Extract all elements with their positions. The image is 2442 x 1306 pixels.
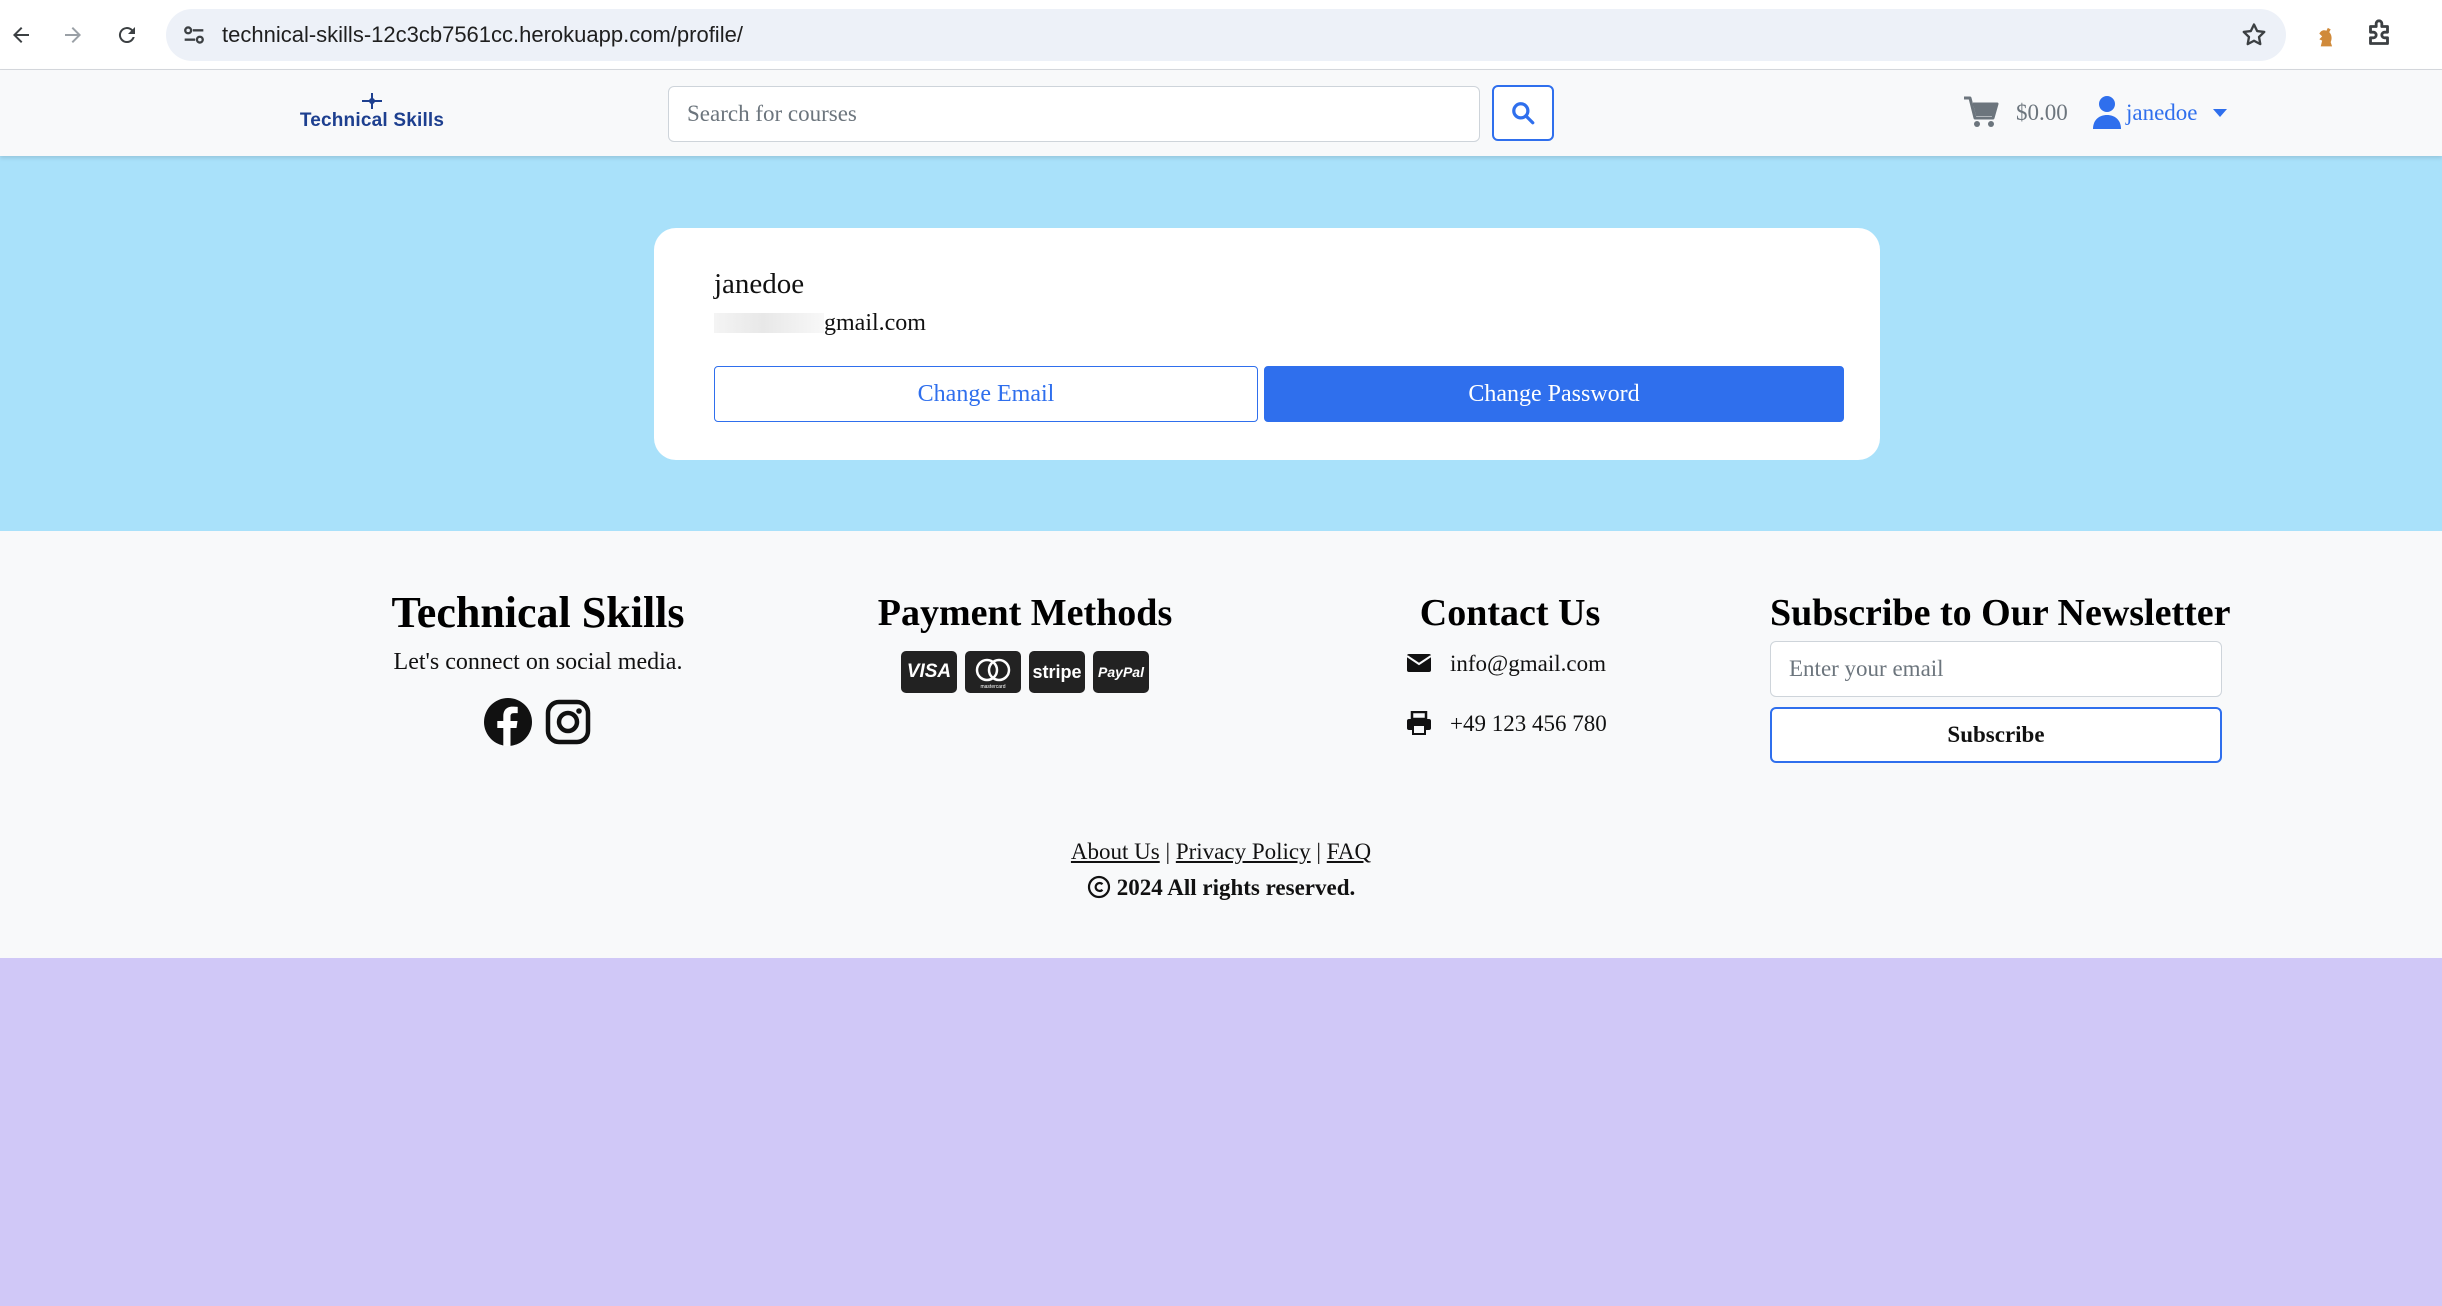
forward-icon[interactable] — [54, 16, 92, 54]
footer-links: About Us | Privacy Policy | FAQ — [0, 839, 2442, 865]
copyright-text: 2024 All rights reserved. — [1116, 875, 1356, 900]
back-icon[interactable] — [2, 16, 40, 54]
url-text[interactable]: technical-skills-12c3cb7561cc.herokuapp.… — [222, 9, 743, 61]
contact-title: Contact Us — [1419, 592, 1601, 634]
profile-email: gmail.com — [714, 310, 926, 337]
profile-username: janedoe — [714, 268, 805, 300]
user-menu-toggle[interactable]: janedoe — [2126, 94, 2198, 132]
change-email-button[interactable]: Change Email — [714, 366, 1258, 422]
payment-icons: VISA mastercard stripe PayPal — [860, 651, 1190, 693]
search-icon — [1512, 102, 1535, 125]
contact-email[interactable]: info@gmail.com — [1450, 651, 1606, 677]
copyright-icon — [1087, 875, 1110, 899]
profile-email-domain: gmail.com — [824, 310, 926, 336]
privacy-policy-link[interactable]: Privacy Policy — [1176, 839, 1311, 864]
redacted-email-mask — [714, 313, 824, 333]
site-footer: Technical Skills Let's connect on social… — [0, 531, 2442, 958]
envelope-icon — [1406, 654, 1432, 672]
brand-name: Technical Skills — [299, 110, 445, 131]
cart-icon[interactable] — [1962, 94, 2000, 130]
reload-icon[interactable] — [108, 16, 146, 54]
visa-icon: VISA — [901, 651, 957, 693]
bookmark-star-icon[interactable] — [2240, 21, 2268, 49]
newsletter-title: Subscribe to Our Newsletter — [1770, 592, 2231, 634]
site-navbar: Technical Skills Search for courses $0.0… — [0, 70, 2442, 156]
logo-icon — [362, 93, 382, 109]
user-icon[interactable] — [2092, 94, 2122, 130]
social-links — [360, 697, 716, 747]
footer-brand-title: Technical Skills — [391, 588, 685, 637]
instagram-icon[interactable] — [543, 697, 593, 747]
paypal-icon: PayPal — [1093, 651, 1149, 693]
contact-email-row: info@gmail.com — [1380, 651, 1640, 711]
profile-card: janedoe gmail.com Change Email Change Pa… — [654, 228, 1880, 460]
address-bar[interactable]: technical-skills-12c3cb7561cc.herokuapp.… — [166, 9, 2286, 61]
chevron-down-icon[interactable] — [2212, 108, 2228, 118]
change-password-button[interactable]: Change Password — [1264, 366, 1844, 422]
contact-phone-row: +49 123 456 780 — [1380, 711, 1640, 771]
footer-newsletter-column: Subscribe to Our Newsletter Enter your e… — [1770, 589, 2231, 763]
brand-logo[interactable]: Technical Skills — [296, 92, 448, 140]
mastercard-icon: mastercard — [965, 651, 1021, 693]
search-button[interactable] — [1492, 85, 1554, 141]
copyright: 2024 All rights reserved. — [0, 875, 2442, 901]
footer-tagline: Let's connect on social media. — [393, 649, 683, 675]
payment-title: Payment Methods — [877, 592, 1173, 634]
printer-icon — [1407, 711, 1431, 735]
facebook-icon[interactable] — [483, 697, 533, 747]
footer-brand-column: Technical Skills Let's connect on social… — [360, 589, 716, 747]
faq-link[interactable]: FAQ — [1327, 839, 1371, 864]
extensions-puzzle-icon[interactable] — [2362, 18, 2396, 52]
browser-toolbar: technical-skills-12c3cb7561cc.herokuapp.… — [0, 0, 2442, 70]
profile-section: janedoe gmail.com Change Email Change Pa… — [0, 156, 2442, 531]
footer-contact-column: Contact Us info@gmail.com +49 123 456 78… — [1380, 589, 1640, 771]
extension-chess-icon[interactable] — [2308, 18, 2342, 52]
cart-total[interactable]: $0.00 — [2016, 94, 2068, 132]
search-input[interactable]: Search for courses — [668, 86, 1480, 142]
contact-phone: +49 123 456 780 — [1450, 711, 1607, 736]
footer-payment-column: Payment Methods VISA mastercard stripe P… — [860, 589, 1190, 693]
link-separator: | — [1316, 839, 1321, 864]
mastercard-label: mastercard — [980, 684, 1006, 690]
stripe-icon: stripe — [1029, 651, 1085, 693]
site-info-icon[interactable] — [180, 21, 208, 49]
about-us-link[interactable]: About Us — [1071, 839, 1160, 864]
subscribe-button[interactable]: Subscribe — [1770, 707, 2222, 763]
newsletter-email-input[interactable]: Enter your email — [1770, 641, 2222, 697]
link-separator: | — [1165, 839, 1171, 864]
